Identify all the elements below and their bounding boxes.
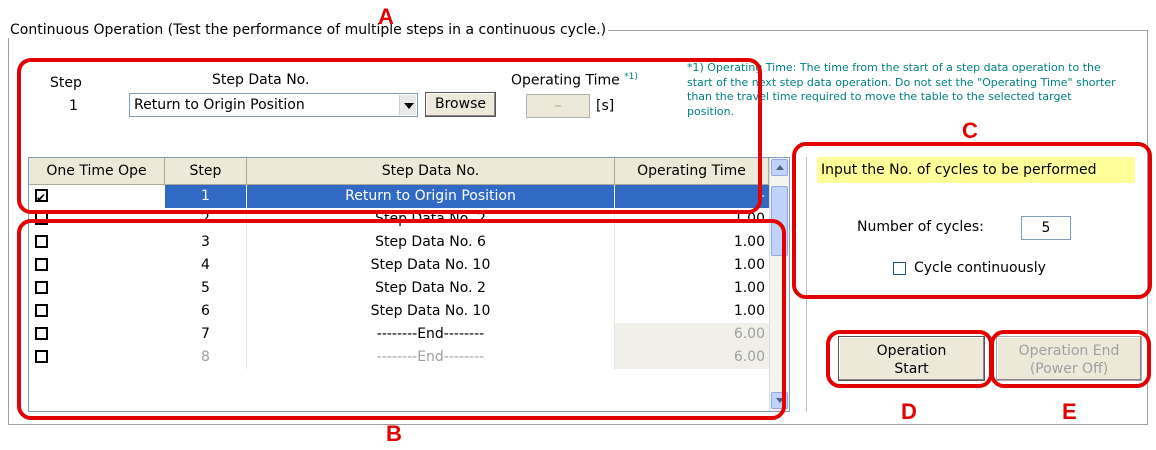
scroll-up-icon[interactable]: [771, 159, 788, 176]
callout-box-d: [826, 330, 993, 388]
callout-box-a: [17, 58, 762, 214]
callout-label-e: E: [1062, 399, 1077, 424]
callout-label-d: D: [901, 399, 917, 424]
callout-label-c: C: [962, 118, 978, 143]
group-title: Continuous Operation (Test the performan…: [8, 22, 609, 38]
callout-label-b: B: [386, 421, 402, 446]
callout-box-b: [17, 219, 786, 420]
callout-label-a: A: [378, 4, 394, 29]
callout-box-c: [792, 142, 1152, 299]
callout-box-e: [990, 330, 1151, 388]
